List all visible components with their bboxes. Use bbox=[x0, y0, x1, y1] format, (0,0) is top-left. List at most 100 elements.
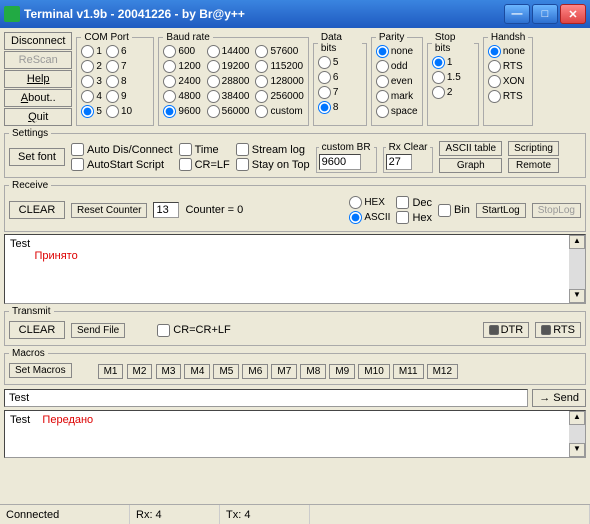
par-even-radio[interactable] bbox=[376, 75, 389, 88]
startlog-button[interactable]: StartLog bbox=[476, 203, 526, 218]
ascii-radio[interactable] bbox=[349, 211, 362, 224]
com-6-radio[interactable] bbox=[106, 45, 119, 58]
close-button[interactable]: ✕ bbox=[560, 4, 586, 24]
disconnect-button[interactable]: Disconnect bbox=[4, 32, 72, 50]
scroll-up-icon[interactable]: ▲ bbox=[569, 411, 585, 425]
help-button[interactable]: Help bbox=[4, 70, 72, 88]
scroll-up-icon[interactable]: ▲ bbox=[569, 235, 585, 249]
crcrlf-checkbox[interactable] bbox=[157, 324, 170, 337]
baud-9600-radio[interactable] bbox=[163, 105, 176, 118]
bin-checkbox[interactable] bbox=[438, 204, 451, 217]
sb-2-radio[interactable] bbox=[432, 86, 445, 99]
dec-checkbox[interactable] bbox=[396, 196, 409, 209]
graph-button[interactable]: Graph bbox=[439, 158, 502, 173]
macro-M4-button[interactable]: M4 bbox=[184, 364, 210, 379]
counter-spinner[interactable] bbox=[153, 202, 179, 218]
macro-M6-button[interactable]: M6 bbox=[242, 364, 268, 379]
macro-M8-button[interactable]: M8 bbox=[300, 364, 326, 379]
db-5-radio[interactable] bbox=[318, 56, 331, 69]
hs-RTS-radio[interactable] bbox=[488, 90, 501, 103]
com-5-radio[interactable] bbox=[81, 105, 94, 118]
baud-28800-radio[interactable] bbox=[207, 75, 220, 88]
transmit-clear-button[interactable]: CLEAR bbox=[9, 321, 65, 339]
receive-scrollbar[interactable]: ▲▼ bbox=[569, 235, 585, 303]
maximize-button[interactable]: □ bbox=[532, 4, 558, 24]
macro-M3-button[interactable]: M3 bbox=[156, 364, 182, 379]
transmit-text-area[interactable]: Test Передано ▲▼ bbox=[4, 410, 586, 458]
macro-M12-button[interactable]: M12 bbox=[427, 364, 458, 379]
com-8-radio[interactable] bbox=[106, 75, 119, 88]
baud-custom-radio[interactable] bbox=[255, 105, 268, 118]
com-2-radio[interactable] bbox=[81, 60, 94, 73]
about-button[interactable]: About.. bbox=[4, 89, 72, 107]
macro-M11-button[interactable]: M11 bbox=[393, 364, 424, 379]
scroll-down-icon[interactable]: ▼ bbox=[569, 289, 585, 303]
transmit-scrollbar[interactable]: ▲▼ bbox=[569, 411, 585, 457]
baud-1200-radio[interactable] bbox=[163, 60, 176, 73]
baud-2400-radio[interactable] bbox=[163, 75, 176, 88]
db-6-radio[interactable] bbox=[318, 71, 331, 84]
macro-M5-button[interactable]: M5 bbox=[213, 364, 239, 379]
db-8-radio[interactable] bbox=[318, 101, 331, 114]
custom-br-input[interactable] bbox=[319, 154, 361, 170]
hex2-checkbox[interactable] bbox=[396, 211, 409, 224]
time-checkbox[interactable] bbox=[179, 143, 192, 156]
baud-14400-radio[interactable] bbox=[207, 45, 220, 58]
crlf-checkbox[interactable] bbox=[179, 158, 192, 171]
minimize-button[interactable]: — bbox=[504, 4, 530, 24]
macro-M2-button[interactable]: M2 bbox=[127, 364, 153, 379]
receive-clear-button[interactable]: CLEAR bbox=[9, 201, 65, 219]
macro-M1-button[interactable]: M1 bbox=[98, 364, 124, 379]
hex-radio[interactable] bbox=[349, 196, 362, 209]
set-macros-button[interactable]: Set Macros bbox=[9, 363, 72, 378]
com-3-radio[interactable] bbox=[81, 75, 94, 88]
baud-256000-radio[interactable] bbox=[255, 90, 268, 103]
com-10-radio[interactable] bbox=[106, 105, 119, 118]
baud-19200-radio[interactable] bbox=[207, 60, 220, 73]
macro-M9-button[interactable]: M9 bbox=[329, 364, 355, 379]
macro-M10-button[interactable]: M10 bbox=[358, 364, 389, 379]
com-9-radio[interactable] bbox=[106, 90, 119, 103]
send-input[interactable] bbox=[4, 389, 528, 407]
autostart-checkbox[interactable] bbox=[71, 158, 84, 171]
sb-1-radio[interactable] bbox=[432, 56, 445, 69]
baud-600-radio[interactable] bbox=[163, 45, 176, 58]
reset-counter-button[interactable]: Reset Counter bbox=[71, 203, 147, 218]
com-4-radio[interactable] bbox=[81, 90, 94, 103]
baud-4800-radio[interactable] bbox=[163, 90, 176, 103]
hs-none-radio[interactable] bbox=[488, 45, 501, 58]
send-button[interactable]: → Send bbox=[532, 389, 586, 407]
stoplog-button[interactable]: StopLog bbox=[532, 203, 581, 218]
par-none-radio[interactable] bbox=[376, 45, 389, 58]
sb-1.5-radio[interactable] bbox=[432, 71, 445, 84]
baud-56000-radio[interactable] bbox=[207, 105, 220, 118]
quit-button[interactable]: Quit bbox=[4, 108, 72, 126]
remote-button[interactable]: Remote bbox=[508, 158, 559, 173]
hs-XON-radio[interactable] bbox=[488, 75, 501, 88]
baud-128000-radio[interactable] bbox=[255, 75, 268, 88]
ascii-table-button[interactable]: ASCII table bbox=[439, 141, 502, 156]
send-file-button[interactable]: Send File bbox=[71, 323, 125, 338]
receive-text-area[interactable]: Test Принято ▲▼ bbox=[4, 234, 586, 304]
scroll-down-icon[interactable]: ▼ bbox=[569, 443, 585, 457]
rts-button[interactable]: RTS bbox=[535, 322, 581, 338]
auto-disconnect-checkbox[interactable] bbox=[71, 143, 84, 156]
par-mark-radio[interactable] bbox=[376, 90, 389, 103]
dtr-button[interactable]: DTR bbox=[483, 322, 530, 338]
com-1-radio[interactable] bbox=[81, 45, 94, 58]
streamlog-checkbox[interactable] bbox=[236, 143, 249, 156]
par-odd-radio[interactable] bbox=[376, 60, 389, 73]
set-font-button[interactable]: Set font bbox=[9, 148, 65, 166]
rescan-button[interactable]: ReScan bbox=[4, 51, 72, 69]
baud-115200-radio[interactable] bbox=[255, 60, 268, 73]
macro-M7-button[interactable]: M7 bbox=[271, 364, 297, 379]
baud-38400-radio[interactable] bbox=[207, 90, 220, 103]
stayontop-checkbox[interactable] bbox=[236, 158, 249, 171]
rx-clear-input[interactable] bbox=[386, 154, 412, 170]
com-7-radio[interactable] bbox=[106, 60, 119, 73]
scripting-button[interactable]: Scripting bbox=[508, 141, 559, 156]
db-7-radio[interactable] bbox=[318, 86, 331, 99]
hs-RTS-radio[interactable] bbox=[488, 60, 501, 73]
par-space-radio[interactable] bbox=[376, 105, 389, 118]
baud-57600-radio[interactable] bbox=[255, 45, 268, 58]
